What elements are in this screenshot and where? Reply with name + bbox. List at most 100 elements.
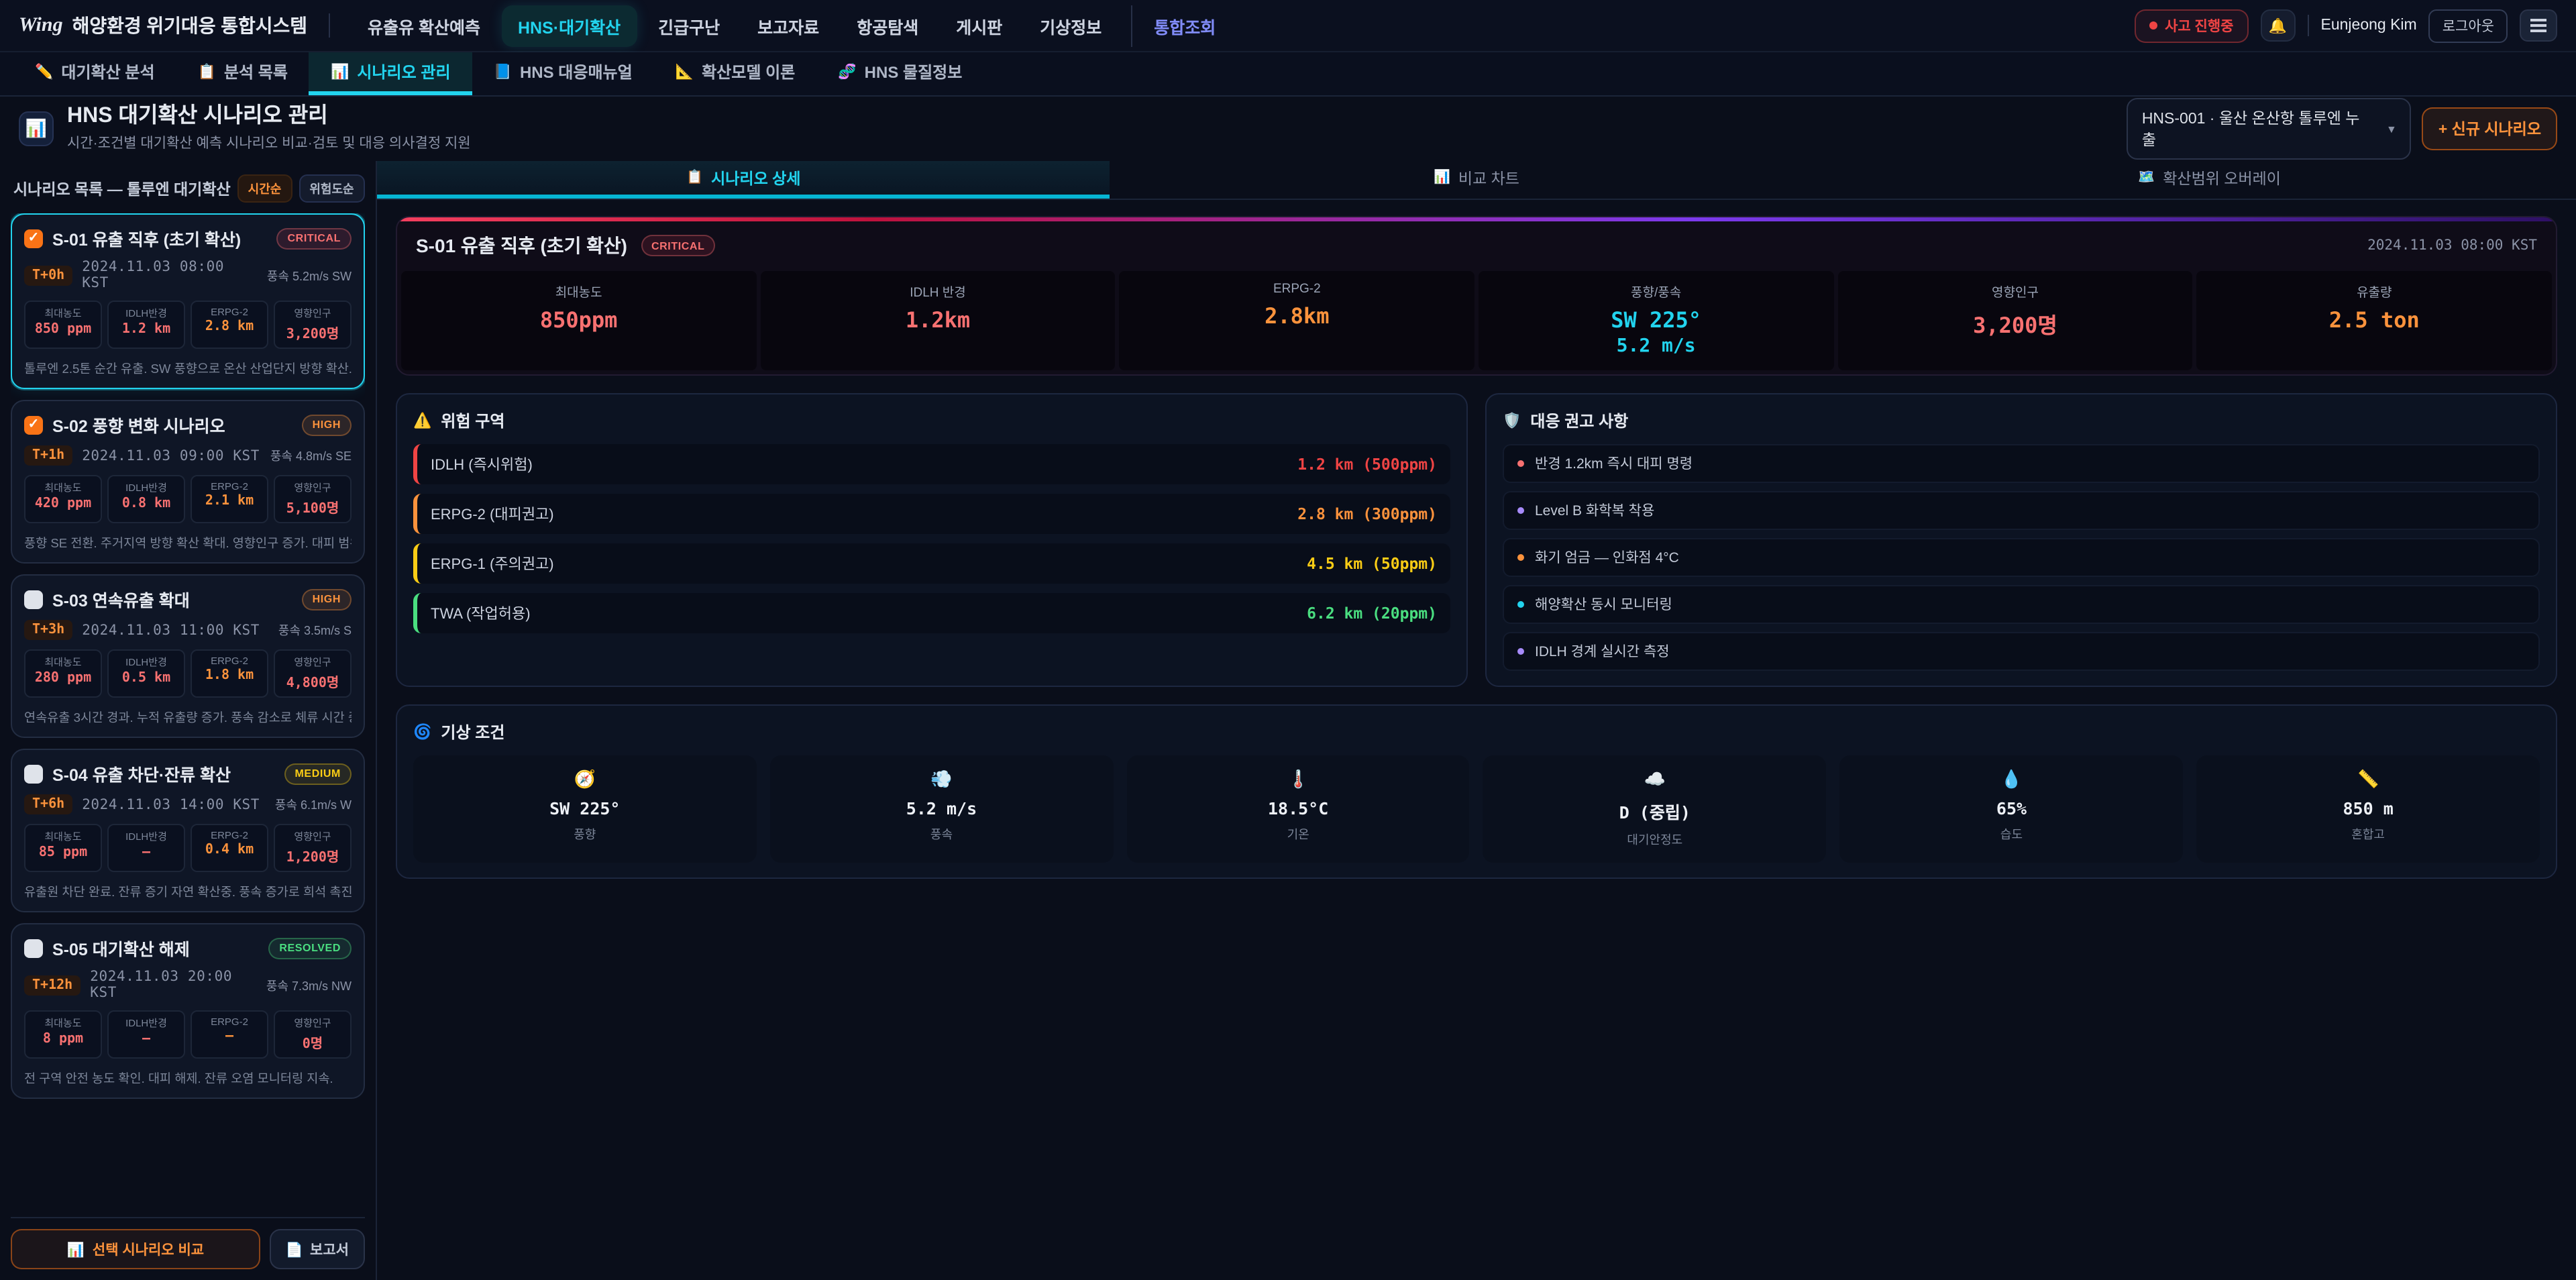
stat-value: 1,200명 (276, 845, 349, 865)
stat-value: 850ppm (404, 307, 753, 333)
app-root: Wing 해양환경 위기대응 통합시스템 유출유 확산예측HNS·대기확산긴급구… (0, 0, 2576, 1280)
bullet-dot-icon (1517, 460, 1524, 467)
scenario-description: 연속유출 3시간 경과. 누적 유출량 증가. 풍속 감소로 체류 시간 증가. (24, 707, 352, 726)
stat-label: 영향인구 (1840, 282, 2190, 301)
stat-label: 영향인구 (276, 1016, 349, 1030)
danger-zone-row: ERPG-2 (대피권고) 2.8 km (300ppm) (413, 494, 1450, 534)
notifications-button[interactable]: 🔔 (2261, 9, 2296, 42)
stat-value: — (193, 1029, 266, 1044)
stat-value: 420 ppm (27, 496, 99, 511)
main-nav-item[interactable]: 유출유 확산예측 (352, 5, 496, 46)
stat-value: 4,800명 (276, 671, 349, 691)
stat-label: IDLH반경 (110, 829, 182, 844)
weather-value: D (중립) (1490, 798, 1820, 824)
response-recommendations-title: 대응 권고 사항 (1530, 409, 1628, 432)
scenario-card[interactable]: S-05 대기확산 해제 RESOLVED T+12h 2024.11.03 2… (11, 923, 365, 1099)
weather-grid: 🧭 SW 225° 풍향 💨 5.2 m/s 풍속 🌡️ 18.5°C 기온 ☁… (413, 755, 2540, 863)
sub-tab[interactable]: 🧬 HNS 물질정보 (816, 52, 983, 95)
stat-label: IDLH반경 (110, 655, 182, 670)
main-content-tab[interactable]: 📋 시나리오 상세 (377, 161, 1110, 199)
main-content-tab[interactable]: 📊 비교 차트 (1110, 161, 1843, 199)
tab-icon: 🧬 (838, 63, 856, 81)
scenario-checkbox[interactable] (24, 939, 43, 957)
document-icon: 📄 (286, 1240, 303, 1258)
scenario-stats: 최대농도 850 ppm IDLH반경 1.2 km ERPG-2 2.8 km… (24, 301, 352, 349)
tab-icon: 🗺️ (2138, 170, 2155, 185)
chevron-down-icon: ▼ (2386, 123, 2397, 135)
scenario-checkbox[interactable] (24, 415, 43, 434)
scenario-sidebar: 시나리오 목록 — 톨루엔 대기확산 시간순 위험도순 S-01 유출 직후 (… (0, 161, 377, 1280)
danger-zone-row: IDLH (즉시위험) 1.2 km (500ppm) (413, 444, 1450, 484)
main-nav-item[interactable]: 긴급구난 (642, 5, 736, 46)
time-offset-badge: T+6h (24, 794, 72, 814)
bullet-dot-icon (1517, 507, 1524, 514)
weather-icon: 🌡️ (1133, 769, 1463, 790)
weather-cell: 🌡️ 18.5°C 기온 (1126, 755, 1470, 863)
main-nav-item[interactable]: 통합조회 (1131, 5, 1232, 46)
scenario-card[interactable]: S-04 유출 차단·잔류 확산 MEDIUM T+6h 2024.11.03 … (11, 749, 365, 912)
shield-icon: 🛡️ (1503, 412, 1521, 429)
wind-summary: 풍속 6.1m/s W (275, 796, 352, 813)
sub-tab[interactable]: 📋 분석 목록 (176, 52, 309, 95)
tab-icon: 📋 (686, 170, 703, 185)
scenario-checkbox[interactable] (24, 590, 43, 608)
scenario-description: 풍향 SE 전환. 주거지역 방향 확산 확대. 영향인구 증가. 대피 범위 … (24, 533, 352, 551)
main-nav-item[interactable]: HNS·대기확산 (502, 5, 637, 46)
sort-by-risk-button[interactable]: 위험도순 (299, 174, 364, 203)
zone-label: ERPG-2 (대피권고) (431, 503, 554, 525)
tab-label: 확산범위 오버레이 (2163, 167, 2281, 189)
weather-label: 혼합고 (2203, 825, 2533, 843)
scenario-card[interactable]: S-03 연속유출 확대 HIGH T+3h 2024.11.03 11:00 … (11, 574, 365, 738)
main-nav-item[interactable]: 기상정보 (1024, 5, 1118, 46)
stat-value: 850 ppm (27, 322, 99, 337)
sub-tab[interactable]: 📊 시나리오 관리 (309, 52, 472, 95)
logout-button[interactable]: 로그아웃 (2429, 9, 2508, 42)
scenario-stat: ERPG-2 1.8 km (191, 649, 268, 698)
weather-cell: 💨 5.2 m/s 풍속 (770, 755, 1114, 863)
scenario-card[interactable]: S-01 유출 직후 (초기 확산) CRITICAL T+0h 2024.11… (11, 213, 365, 389)
scenario-list: S-01 유출 직후 (초기 확산) CRITICAL T+0h 2024.11… (11, 213, 365, 1217)
stat-value: 3,200명 (1840, 307, 2190, 339)
stat-label: 영향인구 (276, 829, 349, 844)
scenario-stat: ERPG-2 2.8 km (191, 301, 268, 349)
recommendation-text: IDLH 경계 실시간 측정 (1535, 641, 1670, 661)
weather-label: 기온 (1133, 825, 1463, 843)
page-icon: 📊 (19, 111, 54, 146)
incident-select-value: HNS-001 · 울산 온산항 톨루엔 누출 (2142, 107, 2373, 150)
scenario-stat: ERPG-2 2.1 km (191, 475, 268, 523)
scenario-card[interactable]: S-02 풍향 변화 시나리오 HIGH T+1h 2024.11.03 09:… (11, 400, 365, 564)
stat-label: ERPG-2 (193, 655, 266, 667)
main-nav: 유출유 확산예측HNS·대기확산긴급구난보고자료항공탐색게시판기상정보 통합조회 (352, 5, 2134, 46)
scenario-checkbox[interactable] (24, 764, 43, 783)
incident-select[interactable]: HNS-001 · 울산 온산항 톨루엔 누출 ▼ (2127, 98, 2412, 160)
stat-value: — (110, 1032, 182, 1047)
main-nav-item[interactable]: 보고자료 (741, 5, 835, 46)
hamburger-menu-button[interactable] (2520, 9, 2557, 42)
report-button[interactable]: 📄 보고서 (270, 1229, 365, 1269)
scenario-stats: 최대농도 8 ppm IDLH반경 — ERPG-2 — 영향인구 0명 (24, 1010, 352, 1059)
scenario-list-title: 시나리오 목록 — 톨루엔 대기확산 (13, 178, 231, 199)
weather-icon: 💨 (777, 769, 1107, 790)
sort-by-time-button[interactable]: 시간순 (237, 174, 292, 203)
time-offset-badge: T+0h (24, 265, 72, 285)
sub-tab[interactable]: 📐 확산모델 이론 (654, 52, 817, 95)
recommendation-row: 화기 엄금 — 인화점 4°C (1503, 538, 2540, 577)
stat-value: 1.8 km (193, 668, 266, 683)
danger-zones-panel: ⚠️ 위험 구역 IDLH (즉시위험) 1.2 km (500ppm) ERP… (396, 393, 1468, 687)
sub-tab[interactable]: ✏️ 대기확산 분석 (13, 52, 176, 95)
scenario-title: S-03 연속유출 확대 (52, 586, 292, 612)
scenario-timestamp: 2024.11.03 08:00 KST (82, 259, 258, 291)
sub-tab[interactable]: 📘 HNS 대응매뉴얼 (472, 52, 654, 95)
compare-scenarios-button[interactable]: 📊 선택 시나리오 비교 (11, 1229, 260, 1269)
main-nav-item[interactable]: 항공탐색 (841, 5, 934, 46)
scenario-stat: 영향인구 0명 (274, 1010, 352, 1059)
weather-title: 기상 조건 (441, 721, 504, 743)
main-content-tab[interactable]: 🗺️ 확산범위 오버레이 (1843, 161, 2576, 199)
stat-value-secondary: 5.2 m/s (1481, 335, 1831, 357)
main-nav-item[interactable]: 게시판 (940, 5, 1018, 46)
new-scenario-button[interactable]: + 신규 시나리오 (2422, 107, 2557, 150)
scenario-checkbox[interactable] (24, 229, 43, 248)
scenario-stat: 영향인구 5,100명 (274, 475, 352, 523)
zone-value: 1.2 km (500ppm) (1297, 455, 1437, 474)
stat-value: 280 ppm (27, 671, 99, 686)
